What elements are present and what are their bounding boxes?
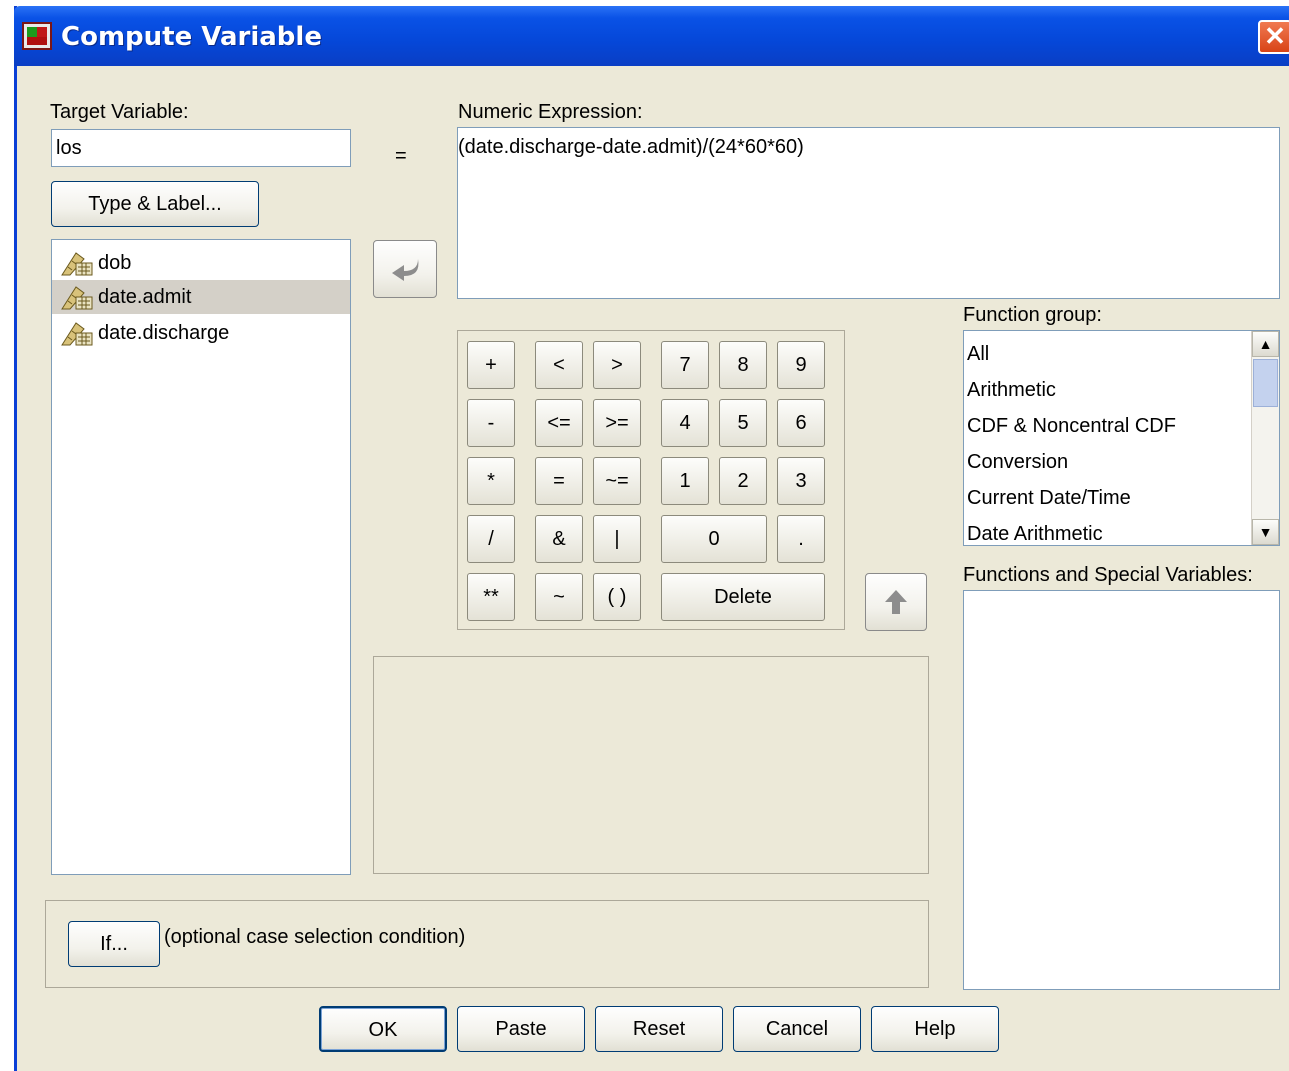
function-group-scrollbar[interactable]: ▲ ▼: [1251, 331, 1279, 545]
equals-sign: =: [395, 145, 407, 167]
function-group-item[interactable]: Current Date/Time: [967, 480, 1131, 516]
key-less-equal[interactable]: <=: [535, 399, 583, 447]
key-6[interactable]: 6: [777, 399, 825, 447]
variable-item-date-admit[interactable]: date.admit: [52, 280, 350, 314]
key-1[interactable]: 1: [661, 457, 709, 505]
if-condition-text: (optional case selection condition): [164, 926, 466, 948]
key-or[interactable]: |: [593, 515, 641, 563]
function-group-item[interactable]: All: [967, 336, 989, 372]
reset-button[interactable]: Reset: [595, 1006, 723, 1052]
functions-list[interactable]: [963, 590, 1280, 990]
key-greater-than[interactable]: >: [593, 341, 641, 389]
compute-variable-dialog: Compute Variable ✕ Target Variable: los …: [14, 6, 1289, 1071]
variable-name: dob: [98, 252, 132, 274]
cancel-button[interactable]: Cancel: [733, 1006, 861, 1052]
variable-name: date.discharge: [98, 322, 230, 344]
if-condition-panel: If... (optional case selection condition…: [45, 900, 929, 988]
ruler-scale-icon: [61, 286, 93, 310]
window-title: Compute Variable: [61, 22, 322, 52]
key-9[interactable]: 9: [777, 341, 825, 389]
key-less-than[interactable]: <: [535, 341, 583, 389]
paste-button[interactable]: Paste: [457, 1006, 585, 1052]
function-group-label: Function group:: [963, 304, 1102, 326]
ruler-scale-icon: [61, 252, 93, 276]
variable-item-date-discharge[interactable]: date.discharge: [56, 316, 348, 350]
key-delete[interactable]: Delete: [661, 573, 825, 621]
function-group-item[interactable]: Date Arithmetic: [967, 516, 1103, 552]
variable-item-dob[interactable]: dob: [56, 246, 348, 280]
calculator-keypad: + < > 7 8 9 - <= >= 4 5 6 * = ~= 1 2 3 /…: [457, 330, 845, 630]
target-variable-label: Target Variable:: [50, 101, 189, 123]
key-greater-equal[interactable]: >=: [593, 399, 641, 447]
key-5[interactable]: 5: [719, 399, 767, 447]
target-variable-value: los: [56, 137, 82, 159]
numeric-expression-field[interactable]: (date.discharge-date.admit)/(24*60*60): [457, 127, 1280, 299]
variable-name: date.admit: [98, 286, 192, 308]
function-group-item[interactable]: Conversion: [967, 444, 1068, 480]
app-icon: [22, 22, 52, 50]
key-minus[interactable]: -: [467, 399, 515, 447]
close-button[interactable]: ✕: [1258, 20, 1289, 54]
key-and[interactable]: &: [535, 515, 583, 563]
key-parentheses[interactable]: ( ): [593, 573, 641, 621]
numeric-expression-label: Numeric Expression:: [458, 101, 643, 123]
key-2[interactable]: 2: [719, 457, 767, 505]
function-group-item[interactable]: CDF & Noncentral CDF: [967, 408, 1176, 444]
curved-left-arrow-icon: [392, 259, 419, 281]
function-group-item[interactable]: Arithmetic: [967, 372, 1056, 408]
help-button[interactable]: Help: [871, 1006, 999, 1052]
title-bar: Compute Variable ✕: [14, 6, 1289, 66]
key-divide[interactable]: /: [467, 515, 515, 563]
key-7[interactable]: 7: [661, 341, 709, 389]
key-0[interactable]: 0: [661, 515, 767, 563]
function-description-panel: [373, 656, 929, 874]
key-4[interactable]: 4: [661, 399, 709, 447]
ruler-scale-icon: [61, 322, 93, 346]
key-not[interactable]: ~: [535, 573, 583, 621]
type-label-button[interactable]: Type & Label...: [51, 181, 259, 227]
insert-function-button[interactable]: [865, 573, 927, 631]
key-equals[interactable]: =: [535, 457, 583, 505]
numeric-expression-value: (date.discharge-date.admit)/(24*60*60): [458, 136, 804, 158]
function-group-list[interactable]: All Arithmetic CDF & Noncentral CDF Conv…: [963, 330, 1280, 546]
up-arrow-icon: [885, 590, 907, 614]
if-button[interactable]: If...: [68, 921, 160, 967]
move-variable-button[interactable]: [373, 240, 437, 298]
scroll-down-arrow-icon[interactable]: ▼: [1252, 519, 1279, 545]
scroll-up-arrow-icon[interactable]: ▲: [1252, 331, 1279, 357]
key-not-equal[interactable]: ~=: [593, 457, 641, 505]
key-plus[interactable]: +: [467, 341, 515, 389]
target-variable-field[interactable]: los: [51, 129, 351, 167]
ok-button[interactable]: OK: [319, 1006, 447, 1052]
key-decimal[interactable]: .: [777, 515, 825, 563]
key-8[interactable]: 8: [719, 341, 767, 389]
scrollbar-thumb[interactable]: [1253, 359, 1278, 407]
key-power[interactable]: **: [467, 573, 515, 621]
functions-label: Functions and Special Variables:: [963, 564, 1253, 586]
variable-list[interactable]: dob date.admit date.discharge: [51, 239, 351, 875]
key-multiply[interactable]: *: [467, 457, 515, 505]
key-3[interactable]: 3: [777, 457, 825, 505]
